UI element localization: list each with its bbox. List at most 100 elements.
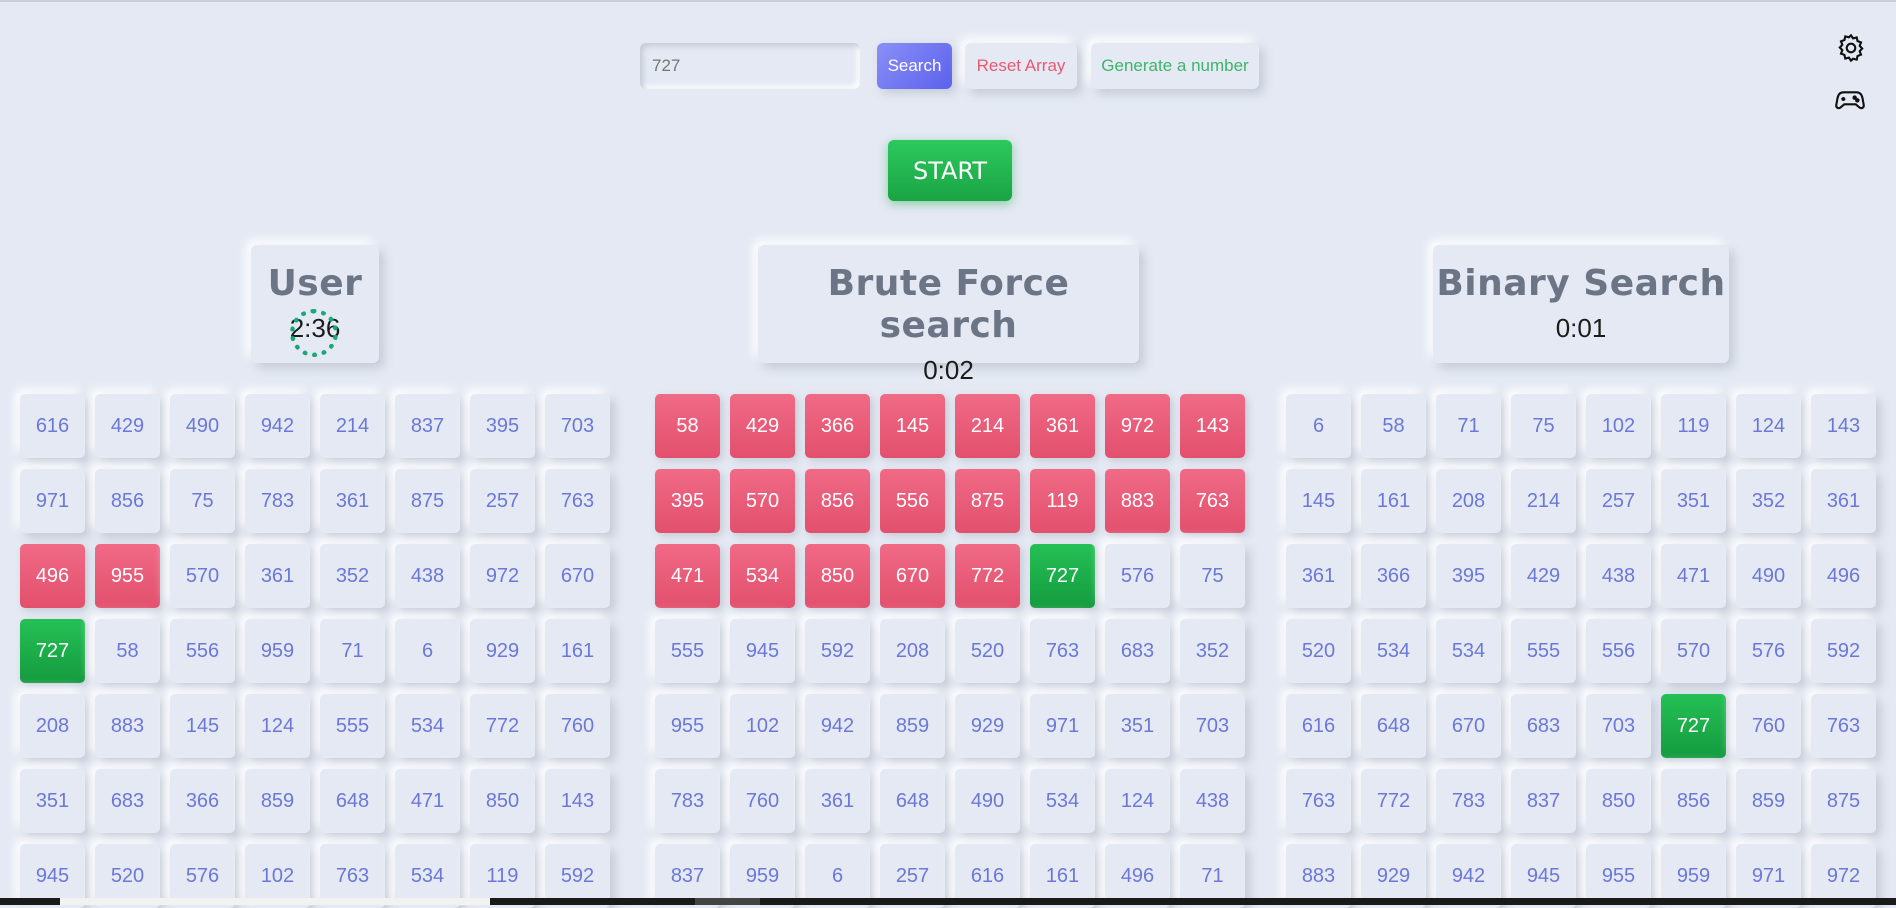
number-cell[interactable]: 783 [1436,769,1501,833]
number-cell[interactable]: 361 [245,544,310,608]
start-button[interactable]: START [888,140,1012,201]
number-cell[interactable]: 703 [545,394,610,458]
number-cell[interactable]: 161 [1361,469,1426,533]
number-cell[interactable]: 352 [1180,619,1245,683]
number-cell[interactable]: 352 [320,544,385,608]
number-cell[interactable]: 490 [955,769,1020,833]
number-cell[interactable]: 856 [95,469,160,533]
number-cell[interactable]: 395 [655,469,720,533]
number-cell[interactable]: 361 [805,769,870,833]
number-cell[interactable]: 971 [1030,694,1095,758]
number-cell[interactable]: 366 [1361,544,1426,608]
number-cell[interactable]: 837 [1511,769,1576,833]
number-cell[interactable]: 972 [1105,394,1170,458]
number-cell[interactable]: 875 [395,469,460,533]
number-cell[interactable]: 555 [320,694,385,758]
number-cell[interactable]: 124 [1736,394,1801,458]
number-cell[interactable]: 361 [320,469,385,533]
number-cell[interactable]: 929 [955,694,1020,758]
number-cell[interactable]: 763 [1811,694,1876,758]
number-cell[interactable]: 58 [655,394,720,458]
number-cell[interactable]: 883 [95,694,160,758]
number-cell[interactable]: 670 [880,544,945,608]
number-cell[interactable]: 555 [655,619,720,683]
number-cell[interactable]: 520 [955,619,1020,683]
number-cell[interactable]: 366 [805,394,870,458]
number-cell[interactable]: 683 [1511,694,1576,758]
number-cell[interactable]: 395 [470,394,535,458]
number-cell[interactable]: 648 [880,769,945,833]
number-cell[interactable]: 520 [1286,619,1351,683]
number-cell[interactable]: 616 [1286,694,1351,758]
number-cell[interactable]: 772 [1361,769,1426,833]
number-cell[interactable]: 351 [1661,469,1726,533]
scrollbar-thumb[interactable] [60,898,490,905]
number-cell[interactable]: 361 [1286,544,1351,608]
number-cell[interactable]: 850 [470,769,535,833]
number-cell[interactable]: 143 [1811,394,1876,458]
number-cell[interactable]: 942 [805,694,870,758]
number-cell[interactable]: 58 [95,619,160,683]
number-cell[interactable]: 119 [1030,469,1095,533]
number-cell[interactable]: 703 [1180,694,1245,758]
number-cell[interactable]: 859 [1736,769,1801,833]
number-cell[interactable]: 471 [655,544,720,608]
number-cell[interactable]: 361 [1811,469,1876,533]
number-cell[interactable]: 556 [170,619,235,683]
number-cell[interactable]: 945 [730,619,795,683]
number-cell[interactable]: 124 [1105,769,1170,833]
number-cell[interactable]: 556 [880,469,945,533]
number-cell[interactable]: 145 [1286,469,1351,533]
number-cell[interactable]: 58 [1361,394,1426,458]
number-cell[interactable]: 208 [880,619,945,683]
number-cell[interactable]: 534 [395,694,460,758]
number-cell[interactable]: 124 [245,694,310,758]
number-cell[interactable]: 119 [1661,394,1726,458]
number-cell[interactable]: 929 [470,619,535,683]
number-cell[interactable]: 6 [395,619,460,683]
number-cell[interactable]: 859 [245,769,310,833]
search-input[interactable] [640,43,860,89]
number-cell[interactable]: 670 [545,544,610,608]
number-cell[interactable]: 361 [1030,394,1095,458]
number-cell[interactable]: 429 [95,394,160,458]
number-cell[interactable]: 760 [545,694,610,758]
number-cell[interactable]: 161 [545,619,610,683]
number-cell[interactable]: 576 [1105,544,1170,608]
search-button[interactable]: Search [877,43,952,89]
number-cell[interactable]: 616 [20,394,85,458]
number-cell[interactable]: 534 [1436,619,1501,683]
number-cell[interactable]: 972 [470,544,535,608]
number-cell[interactable]: 496 [1811,544,1876,608]
number-cell[interactable]: 145 [880,394,945,458]
number-cell[interactable]: 727 [1030,544,1095,608]
number-cell[interactable]: 214 [320,394,385,458]
number-cell[interactable]: 556 [1586,619,1651,683]
number-cell[interactable]: 143 [1180,394,1245,458]
number-cell[interactable]: 570 [170,544,235,608]
number-cell[interactable]: 214 [1511,469,1576,533]
number-cell[interactable]: 75 [170,469,235,533]
number-cell[interactable]: 683 [1105,619,1170,683]
gear-icon[interactable] [1835,32,1867,64]
number-cell[interactable]: 763 [545,469,610,533]
number-cell[interactable]: 75 [1180,544,1245,608]
number-cell[interactable]: 856 [1661,769,1726,833]
number-cell[interactable]: 760 [1736,694,1801,758]
number-cell[interactable]: 971 [20,469,85,533]
number-cell[interactable]: 555 [1511,619,1576,683]
number-cell[interactable]: 570 [1661,619,1726,683]
number-cell[interactable]: 429 [730,394,795,458]
number-cell[interactable]: 875 [955,469,1020,533]
number-cell[interactable]: 438 [1180,769,1245,833]
number-cell[interactable]: 763 [1286,769,1351,833]
number-cell[interactable]: 942 [245,394,310,458]
gamepad-icon[interactable] [1834,83,1866,115]
number-cell[interactable]: 208 [20,694,85,758]
number-cell[interactable]: 570 [730,469,795,533]
number-cell[interactable]: 670 [1436,694,1501,758]
number-cell[interactable]: 471 [395,769,460,833]
number-cell[interactable]: 208 [1436,469,1501,533]
number-cell[interactable]: 143 [545,769,610,833]
generate-number-button[interactable]: Generate a number [1091,43,1259,89]
